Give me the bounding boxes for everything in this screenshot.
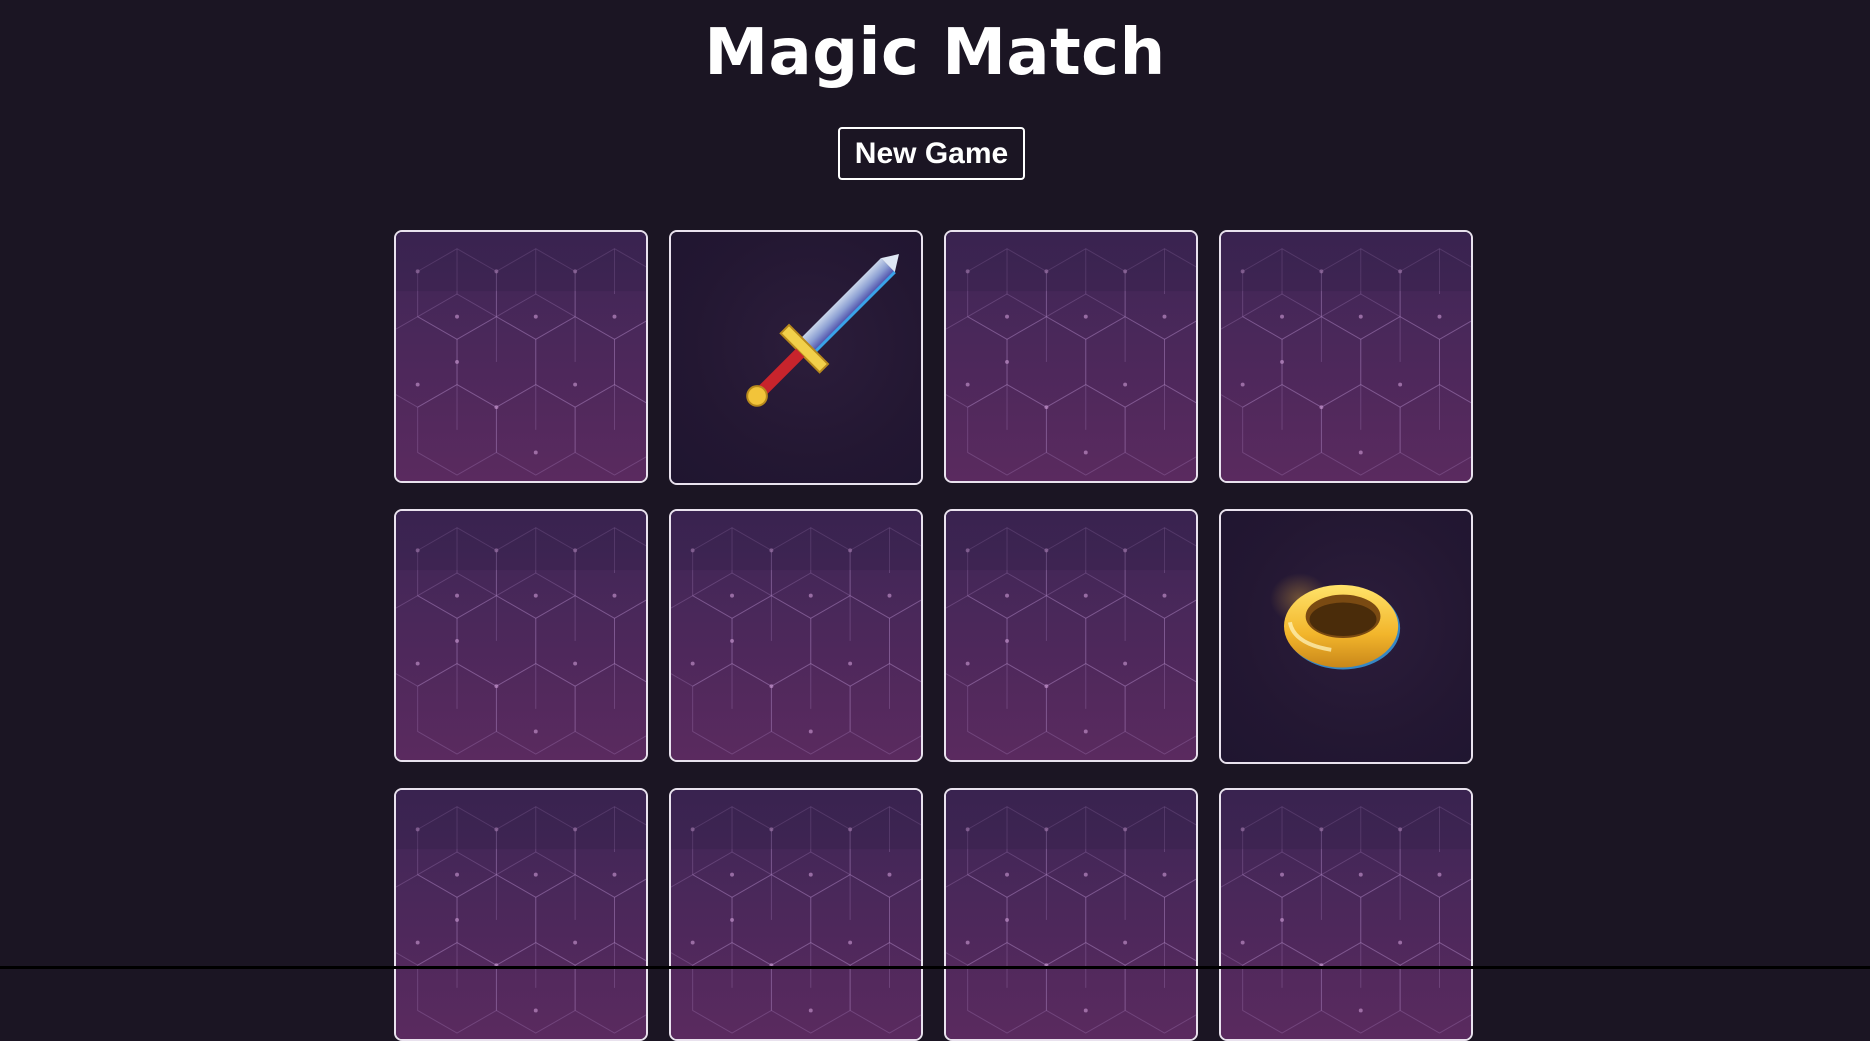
card-face-sword[interactable] xyxy=(669,230,923,485)
card-back-pattern-icon xyxy=(396,232,646,481)
card-back-pattern-icon xyxy=(1221,790,1471,1039)
card-back[interactable] xyxy=(394,509,648,762)
card-back[interactable] xyxy=(944,230,1198,483)
card-back-pattern-icon xyxy=(396,511,646,760)
card-grid xyxy=(394,230,1474,1041)
card-back[interactable] xyxy=(944,509,1198,762)
card-back-pattern-icon xyxy=(946,232,1196,481)
card-back[interactable] xyxy=(394,230,648,483)
card-back-pattern-icon xyxy=(671,790,921,1039)
ring-icon xyxy=(1270,573,1401,670)
card-back[interactable] xyxy=(1219,230,1473,483)
card-back-pattern-icon xyxy=(946,790,1196,1039)
card-back[interactable] xyxy=(669,788,923,1041)
card-back-pattern-icon xyxy=(396,790,646,1039)
card-back[interactable] xyxy=(944,788,1198,1041)
game-title: Magic Match xyxy=(704,16,1166,90)
card-back-pattern-icon xyxy=(671,511,921,760)
new-game-button[interactable]: New Game xyxy=(838,127,1025,180)
card-face-ring[interactable] xyxy=(1219,509,1473,764)
card-back-pattern-icon xyxy=(1221,232,1471,481)
card-back[interactable] xyxy=(394,788,648,1041)
card-back[interactable] xyxy=(1219,788,1473,1041)
sword-icon xyxy=(746,254,900,407)
card-back[interactable] xyxy=(669,509,923,762)
card-back-pattern-icon xyxy=(946,511,1196,760)
